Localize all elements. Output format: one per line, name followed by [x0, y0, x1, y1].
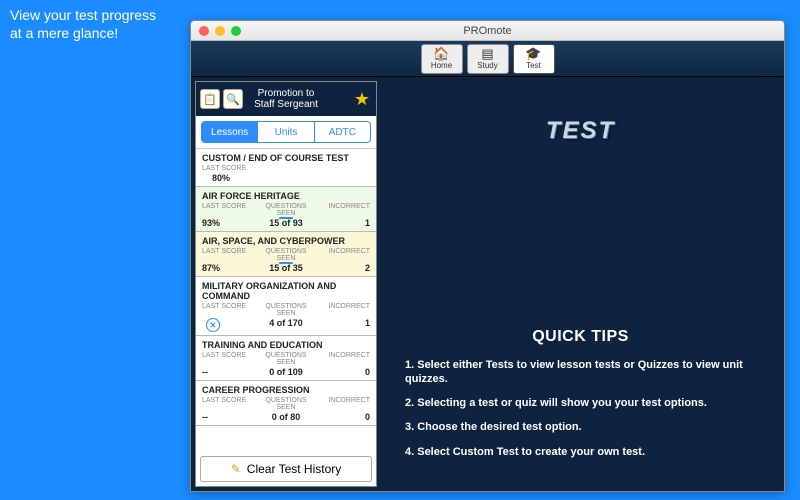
- content-area: 📋 🔍 Promotion toStaff Sergeant ★ Lessons…: [191, 77, 784, 491]
- caption-line-1: View your test progress: [10, 7, 156, 23]
- tip-2: 2. Selecting a test or quiz will show yo…: [405, 396, 756, 410]
- caption-line-2: at a mere glance!: [10, 25, 118, 41]
- lessons-panel: 📋 🔍 Promotion toStaff Sergeant ★ Lessons…: [195, 81, 377, 487]
- app-window: PROmote 🏠 Home ▤ Study 🎓 Test 📋 🔍 Promot…: [190, 20, 785, 492]
- brush-icon: ✎: [231, 462, 241, 476]
- clear-label: Clear Test History: [247, 462, 341, 476]
- tip-3: 3. Choose the desired test option.: [405, 420, 756, 434]
- home-button[interactable]: 🏠 Home: [421, 44, 463, 74]
- home-icon: 🏠: [433, 47, 449, 60]
- tab-lessons[interactable]: Lessons: [202, 122, 258, 142]
- tab-units[interactable]: Units: [258, 122, 314, 142]
- titlebar: PROmote: [191, 21, 784, 41]
- close-icon[interactable]: [199, 26, 209, 36]
- clear-history-button[interactable]: ✎ Clear Test History: [200, 456, 372, 482]
- study-button[interactable]: ▤ Study: [467, 44, 509, 74]
- marketing-caption: View your test progress at a mere glance…: [10, 6, 156, 42]
- tip-1: 1. Select either Tests to view lesson te…: [405, 358, 756, 387]
- list-item[interactable]: CAREER PROGRESSION LAST SCORE QUESTIONS …: [196, 381, 376, 426]
- test-button[interactable]: 🎓 Test: [513, 44, 555, 74]
- main-toolbar: 🏠 Home ▤ Study 🎓 Test: [191, 41, 784, 77]
- list-item[interactable]: CUSTOM / END OF COURSE TEST LAST SCORE 8…: [196, 149, 376, 187]
- tip-4: 4. Select Custom Test to create your own…: [405, 445, 756, 459]
- list-item[interactable]: MILITARY ORGANIZATION AND COMMAND LAST S…: [196, 277, 376, 336]
- window-title: PROmote: [191, 25, 784, 37]
- list-item[interactable]: AIR, SPACE, AND CYBERPOWER LAST SCORE QU…: [196, 232, 376, 277]
- badge-icon: ✕: [206, 318, 220, 332]
- detail-panel: TEST QUICK TIPS 1. Select either Tests t…: [377, 77, 784, 491]
- study-label: Study: [477, 61, 497, 70]
- home-label: Home: [431, 61, 452, 70]
- test-logo: TEST: [405, 117, 756, 145]
- test-label: Test: [526, 61, 541, 70]
- tab-adtc[interactable]: ADTC: [315, 122, 370, 142]
- window-controls: [199, 26, 241, 36]
- lesson-list: CUSTOM / END OF COURSE TEST LAST SCORE 8…: [196, 148, 376, 452]
- test-icon: 🎓: [525, 47, 541, 60]
- panel-header: 📋 🔍 Promotion toStaff Sergeant ★: [196, 82, 376, 116]
- favorite-button[interactable]: ★: [352, 89, 372, 109]
- notes-button[interactable]: 📋: [200, 89, 220, 109]
- list-item[interactable]: TRAINING AND EDUCATION LAST SCORE QUESTI…: [196, 336, 376, 381]
- quick-tips-heading: QUICK TIPS: [405, 328, 756, 346]
- search-button[interactable]: 🔍: [223, 89, 243, 109]
- minimize-icon[interactable]: [215, 26, 225, 36]
- zoom-icon[interactable]: [231, 26, 241, 36]
- quick-tips: QUICK TIPS 1. Select either Tests to vie…: [405, 328, 756, 469]
- list-item[interactable]: AIR FORCE HERITAGE LAST SCORE QUESTIONS …: [196, 187, 376, 232]
- segment-control: Lessons Units ADTC: [201, 121, 371, 143]
- study-icon: ▤: [481, 47, 493, 60]
